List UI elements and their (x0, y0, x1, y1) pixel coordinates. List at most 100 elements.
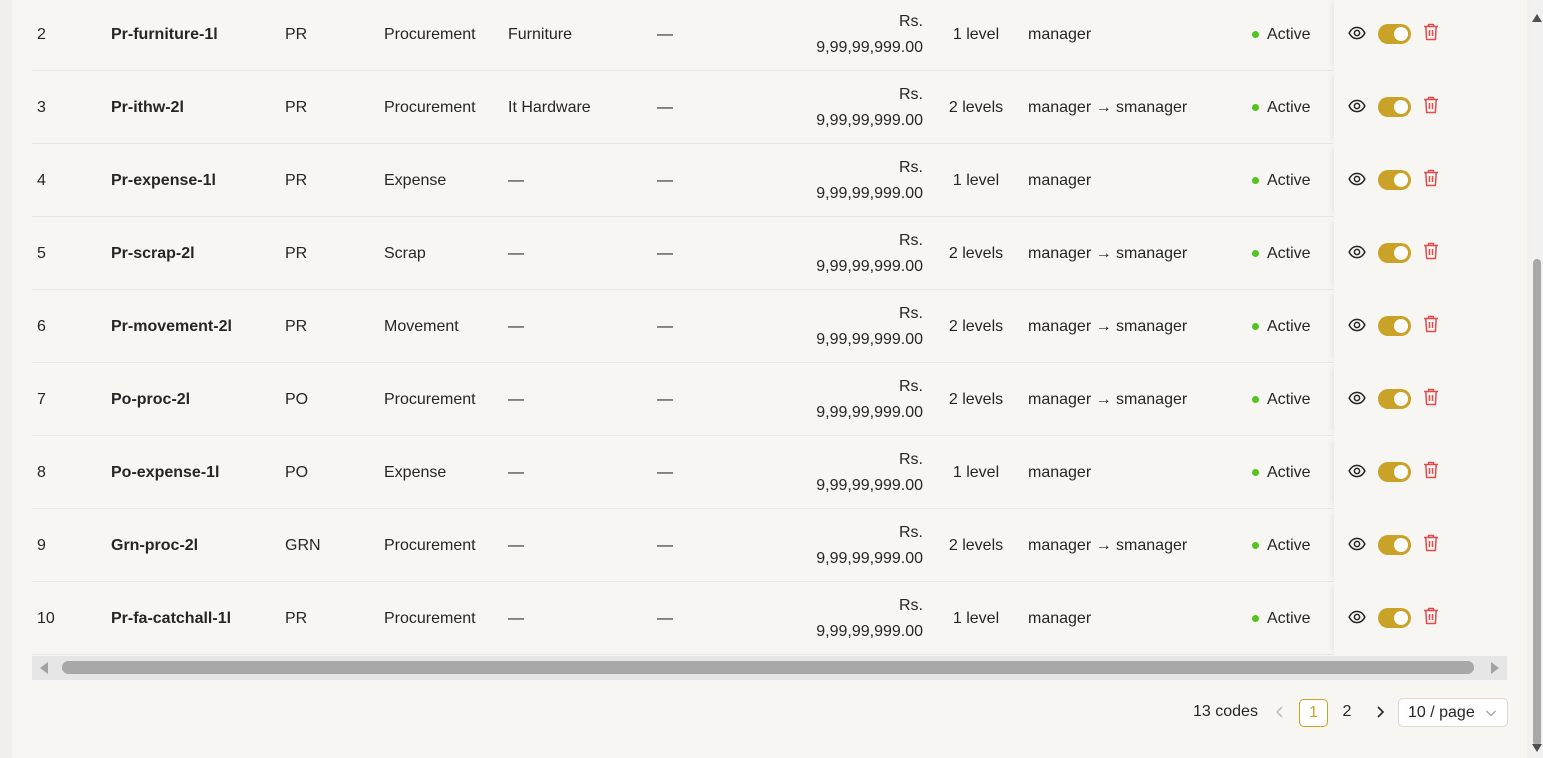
row-number: 8 (37, 463, 46, 481)
scroll-up-arrow-icon[interactable] (1532, 14, 1542, 22)
status-badge: Active (1252, 71, 1311, 144)
chevron-down-icon (1486, 710, 1496, 717)
status-label: Active (1267, 171, 1311, 189)
table-row: 6 Pr-movement-2l PR Movement — — Rs. 9,9… (32, 290, 1507, 363)
approval-chain: manager (1028, 463, 1092, 481)
eye-icon[interactable] (1348, 243, 1366, 261)
trash-icon[interactable] (1423, 96, 1439, 114)
eye-icon[interactable] (1348, 316, 1366, 334)
active-toggle[interactable] (1378, 243, 1411, 263)
amount-limit: Rs. 9,99,99,999.00 (792, 363, 923, 436)
table-row: 8 Po-expense-1l PO Expense — — Rs. 9,99,… (32, 436, 1507, 509)
eye-icon[interactable] (1348, 97, 1366, 115)
status-badge: Active (1252, 436, 1311, 509)
amount-limit: Rs. 9,99,99,999.00 (792, 582, 923, 655)
document-type: PR (285, 98, 308, 116)
currency-label: Rs. (899, 158, 923, 176)
toggle-knob (1394, 392, 1408, 406)
table-row: 2 Pr-furniture-1l PR Procurement Furnitu… (32, 0, 1507, 71)
toggle-knob (1394, 538, 1408, 552)
status-label: Active (1267, 244, 1311, 262)
status-dot (1252, 542, 1259, 549)
subcategory: Furniture (508, 25, 573, 43)
active-toggle[interactable] (1378, 316, 1411, 336)
scroll-right-arrow-icon[interactable] (1491, 662, 1499, 674)
active-toggle[interactable] (1378, 462, 1411, 482)
document-type: PR (285, 244, 308, 262)
amount-value: 9,99,99,999.00 (816, 184, 923, 202)
approval-chain: manager → smanager (1028, 390, 1188, 408)
amount-value: 9,99,99,999.00 (816, 257, 923, 275)
horizontal-scroll-thumb[interactable] (62, 661, 1474, 674)
status-dot (1252, 31, 1259, 38)
trash-icon[interactable] (1423, 388, 1439, 406)
active-toggle[interactable] (1378, 389, 1411, 409)
amount-limit: Rs. 9,99,99,999.00 (792, 71, 923, 144)
department: — (657, 390, 673, 408)
active-toggle[interactable] (1378, 170, 1411, 190)
currency-label: Rs. (899, 596, 923, 614)
approval-levels: 1 level (952, 25, 1000, 43)
subcategory: — (508, 390, 524, 408)
page-2-button[interactable]: 2 (1334, 697, 1360, 727)
next-page-button[interactable] (1370, 697, 1390, 727)
row-number: 6 (37, 317, 46, 335)
approval-code: Pr-furniture-1l (111, 25, 218, 43)
status-badge: Active (1252, 363, 1311, 436)
eye-icon[interactable] (1348, 170, 1366, 188)
status-label: Active (1267, 98, 1311, 116)
toggle-knob (1394, 173, 1408, 187)
prev-page-button[interactable] (1270, 697, 1290, 727)
page-1-button[interactable]: 1 (1299, 699, 1328, 727)
approval-levels: 1 level (952, 171, 1000, 189)
eye-icon[interactable] (1348, 389, 1366, 407)
amount-limit: Rs. 9,99,99,999.00 (792, 0, 923, 71)
status-dot (1252, 250, 1259, 257)
horizontal-scrollbar[interactable] (32, 656, 1507, 680)
vertical-scrollbar[interactable] (1530, 0, 1543, 758)
amount-value: 9,99,99,999.00 (816, 38, 923, 56)
approval-code: Pr-fa-catchall-1l (111, 609, 232, 627)
eye-icon[interactable] (1348, 608, 1366, 626)
status-badge: Active (1252, 0, 1311, 71)
trash-icon[interactable] (1423, 23, 1439, 41)
approval-code: Po-proc-2l (111, 390, 191, 408)
scroll-left-arrow-icon[interactable] (40, 662, 48, 674)
approval-code: Pr-expense-1l (111, 171, 216, 189)
toggle-knob (1394, 246, 1408, 260)
eye-icon[interactable] (1348, 24, 1366, 42)
department: — (657, 536, 673, 554)
trash-icon[interactable] (1423, 169, 1439, 187)
vertical-scroll-thumb[interactable] (1533, 259, 1541, 746)
active-toggle[interactable] (1378, 97, 1411, 117)
status-label: Active (1267, 390, 1311, 408)
active-toggle[interactable] (1378, 608, 1411, 628)
document-type: PR (285, 609, 308, 627)
eye-icon[interactable] (1348, 462, 1366, 480)
status-dot (1252, 396, 1259, 403)
chevron-right-icon (1377, 706, 1385, 718)
trash-icon[interactable] (1423, 461, 1439, 479)
department: — (657, 244, 673, 262)
approval-chain: manager → smanager (1028, 244, 1188, 262)
approval-levels: 2 levels (948, 98, 1004, 116)
active-toggle[interactable] (1378, 535, 1411, 555)
trash-icon[interactable] (1423, 534, 1439, 552)
approval-codes-table: 2 Pr-furniture-1l PR Procurement Furnitu… (32, 0, 1507, 680)
total-count: 13 codes (1193, 703, 1258, 720)
status-label: Active (1267, 25, 1311, 43)
toggle-knob (1394, 319, 1408, 333)
status-dot (1252, 323, 1259, 330)
trash-icon[interactable] (1423, 242, 1439, 260)
row-number: 9 (37, 536, 46, 554)
trash-icon[interactable] (1423, 607, 1439, 625)
approval-chain: manager (1028, 25, 1092, 43)
eye-icon[interactable] (1348, 535, 1366, 553)
scroll-down-arrow-icon[interactable] (1532, 744, 1542, 752)
department: — (657, 25, 673, 43)
row-actions (1334, 0, 1507, 71)
page-size-select[interactable]: 10 / page (1398, 698, 1508, 727)
amount-value: 9,99,99,999.00 (816, 476, 923, 494)
active-toggle[interactable] (1378, 24, 1411, 44)
trash-icon[interactable] (1423, 315, 1439, 333)
